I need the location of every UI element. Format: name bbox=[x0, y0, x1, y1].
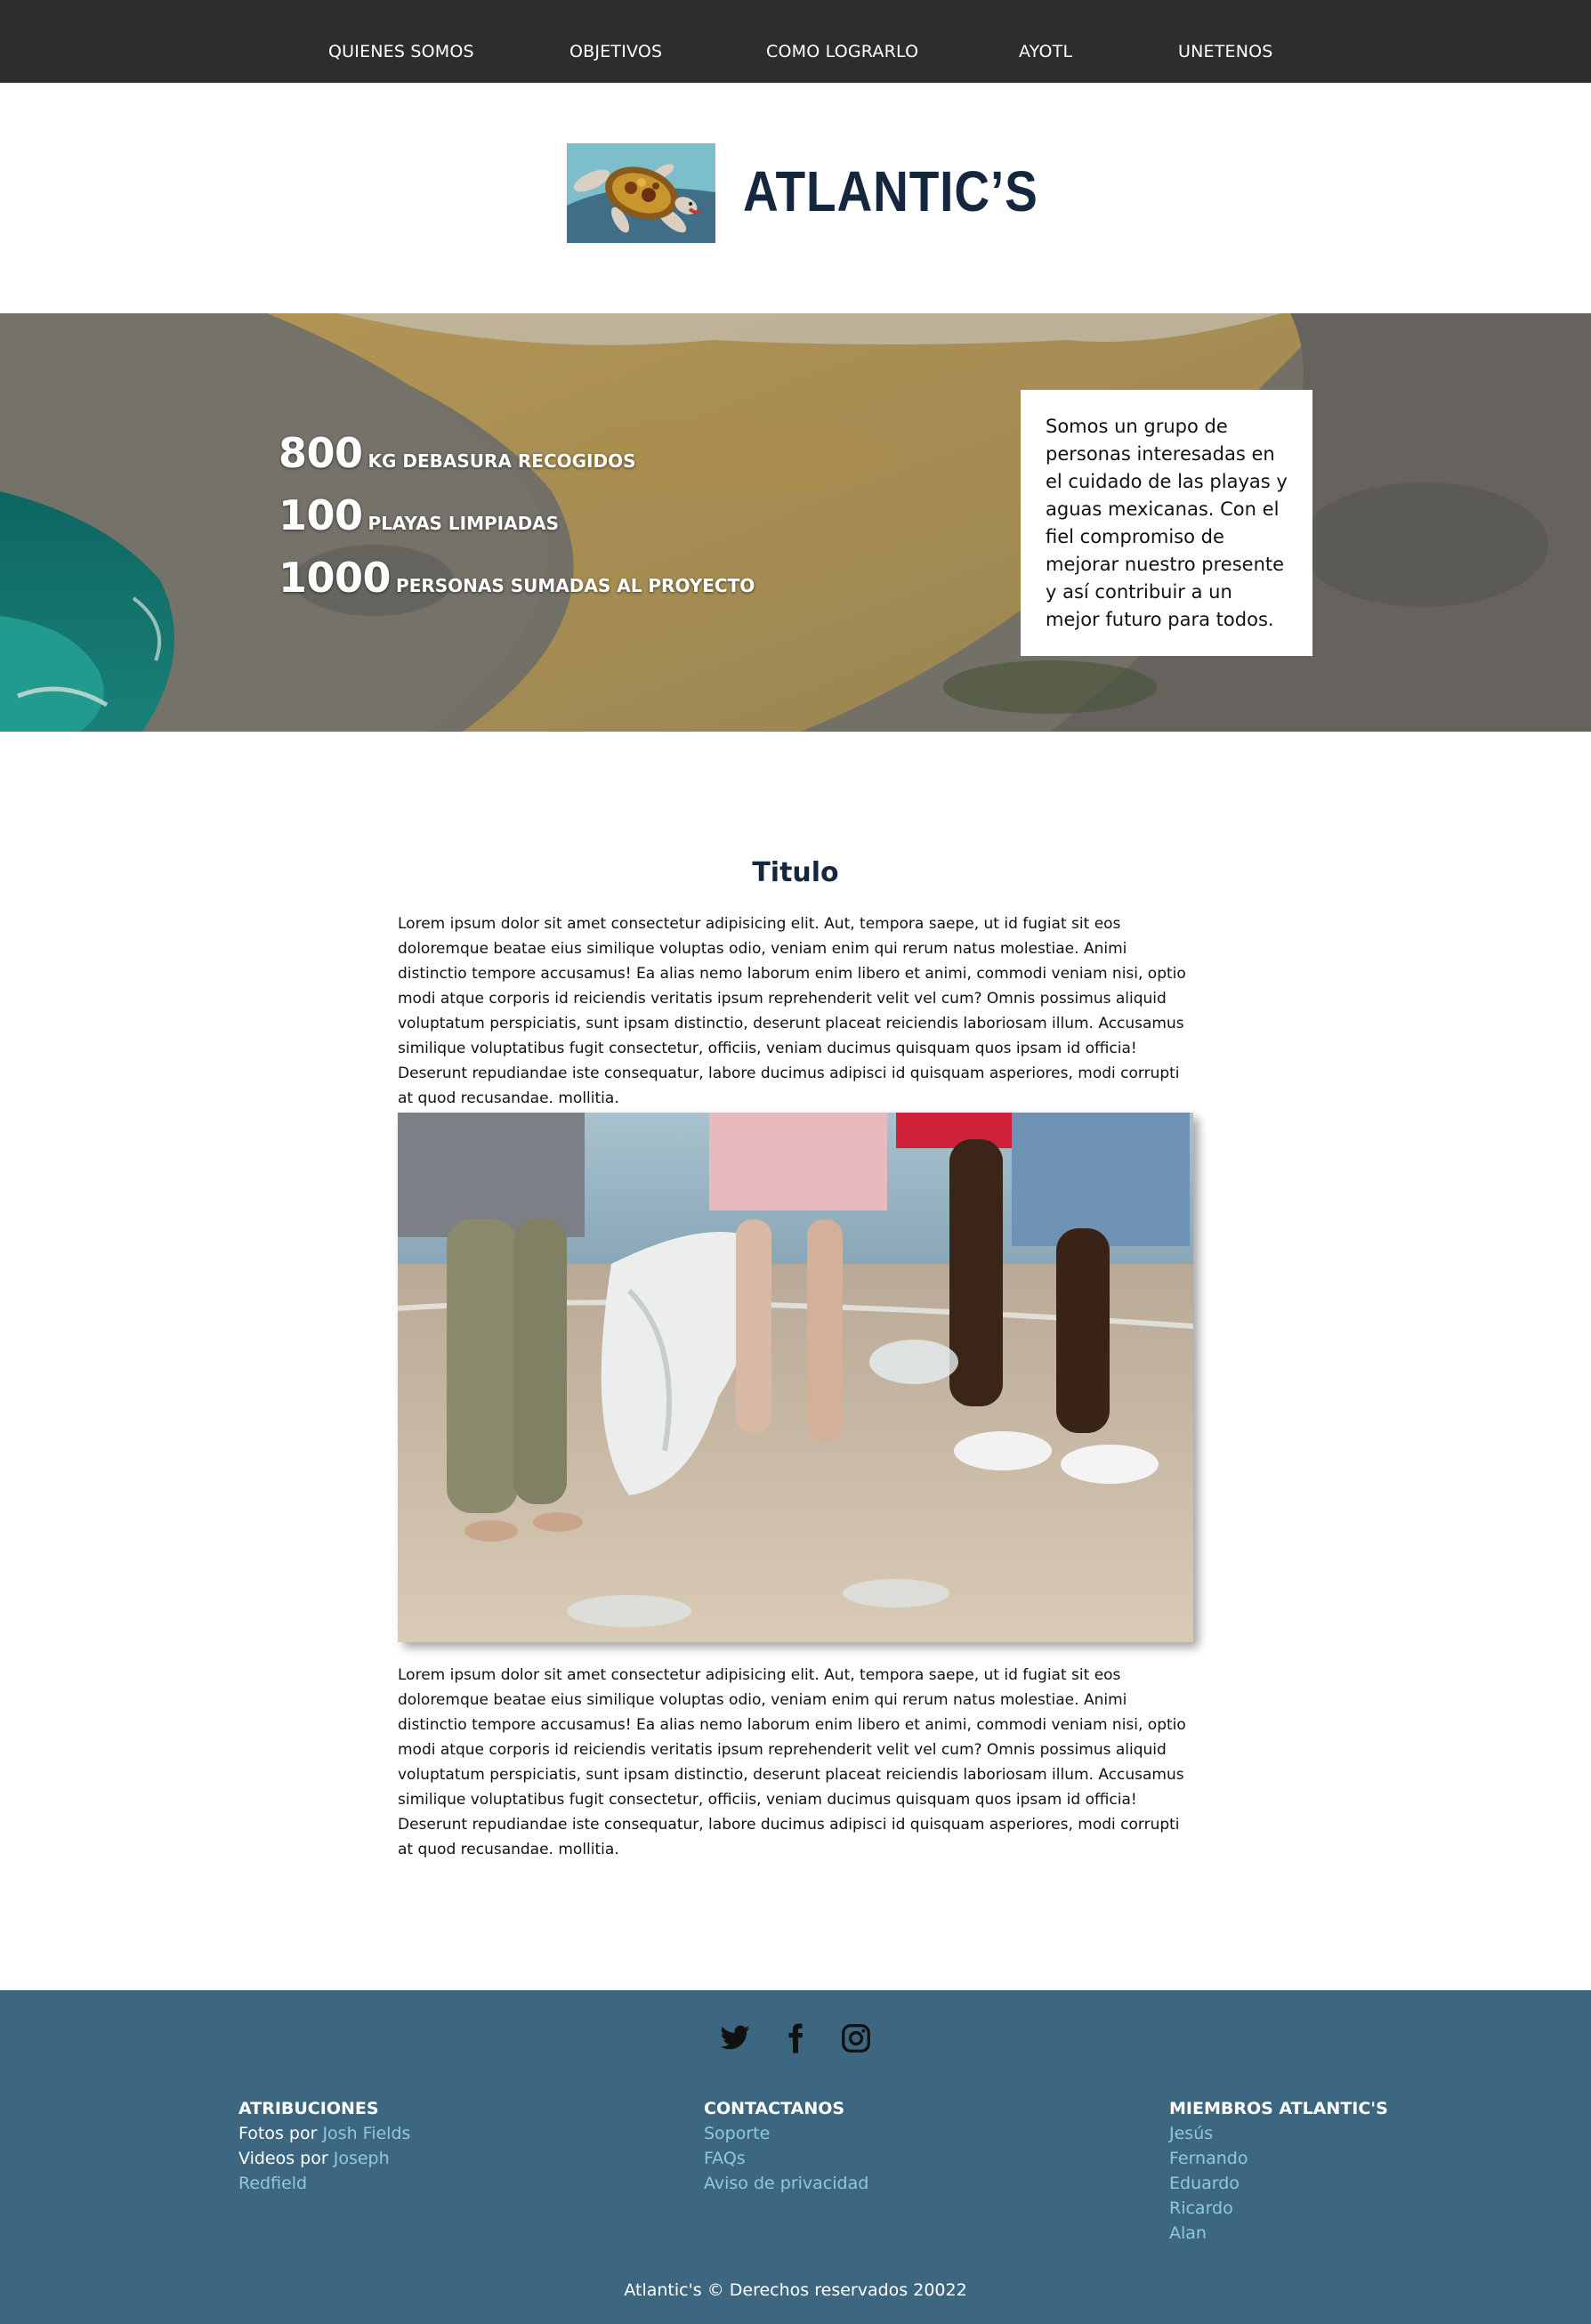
instagram-icon[interactable] bbox=[840, 2022, 872, 2054]
top-navbar: QUIENES SOMOS OBJETIVOS COMO LOGRARLO AY… bbox=[0, 0, 1591, 83]
stat-label: KG DEBASURA RECOGIDOS bbox=[367, 450, 636, 472]
member-link[interactable]: Ricardo bbox=[1169, 2198, 1233, 2218]
nav-link-ayotl[interactable]: AYOTL bbox=[1019, 42, 1072, 61]
brand-name: ATLANTIC’S bbox=[743, 159, 1038, 223]
facebook-icon[interactable] bbox=[779, 2022, 812, 2054]
member-link[interactable]: Fernando bbox=[1169, 2149, 1248, 2168]
intro-paragraph: Lorem ipsum dolor sit amet consectetur a… bbox=[398, 915, 1186, 1107]
aerial-beach-image bbox=[0, 313, 1591, 732]
member-link[interactable]: Eduardo bbox=[1169, 2174, 1240, 2193]
videos-credit-prefix: Videos por bbox=[238, 2149, 328, 2168]
member-link[interactable]: Alan bbox=[1169, 2223, 1207, 2243]
second-paragraph: Lorem ipsum dolor sit amet consectetur a… bbox=[398, 1666, 1186, 1858]
stat-label: PERSONAS SUMADAS AL PROYECTO bbox=[396, 575, 755, 596]
footer-contact: CONTACTANOS Soporte FAQs Aviso de privac… bbox=[704, 2096, 935, 2196]
photos-credit: Fotos por Josh Fields bbox=[238, 2121, 452, 2146]
nav-link-unetenos[interactable]: UNETENOS bbox=[1178, 42, 1273, 61]
stat-label: PLAYAS LIMPIADAS bbox=[367, 513, 560, 534]
privacy-notice-link[interactable]: Aviso de privacidad bbox=[704, 2174, 868, 2193]
footer-attributions: ATRIBUCIONES Fotos por Josh Fields Video… bbox=[238, 2096, 452, 2196]
videos-credit: Videos por Joseph bbox=[238, 2146, 452, 2171]
faqs-link[interactable]: FAQs bbox=[704, 2149, 746, 2168]
member-link[interactable]: Jesús bbox=[1169, 2124, 1213, 2143]
stat-number: 1000 bbox=[279, 554, 392, 602]
videos-author-link-cont[interactable]: Redfield bbox=[238, 2174, 307, 2193]
footer-heading-attributions: ATRIBUCIONES bbox=[238, 2099, 379, 2118]
twitter-icon[interactable] bbox=[719, 2022, 751, 2054]
hero-banner: 800 KG DEBASURA RECOGIDOS 100 PLAYAS LIMPI… bbox=[0, 313, 1591, 732]
nav-link-objetivos[interactable]: OBJETIVOS bbox=[569, 42, 662, 61]
stat-people-joined: 1000 PERSONAS SUMADAS AL PROYECTO bbox=[279, 554, 755, 602]
stat-beaches-cleaned: 100 PLAYAS LIMPIADAS bbox=[279, 491, 559, 539]
nav-link-como-lograrlo[interactable]: COMO LOGRARLO bbox=[766, 42, 918, 61]
beach-cleanup-photo bbox=[398, 1113, 1193, 1642]
nav-link-quienes-somos[interactable]: QUIENES SOMOS bbox=[328, 42, 474, 61]
stat-number: 800 bbox=[279, 429, 363, 477]
page-title: Titulo bbox=[752, 857, 839, 888]
footer-heading-contact: CONTACTANOS bbox=[704, 2099, 845, 2118]
stat-kg-trash: 800 KG DEBASURA RECOGIDOS bbox=[279, 429, 636, 477]
about-card: Somos un grupo de personas interesadas e… bbox=[1021, 390, 1312, 656]
footer-heading-members: MIEMBROS ATLANTIC'S bbox=[1169, 2099, 1388, 2118]
stat-number: 100 bbox=[279, 491, 363, 539]
photos-credit-prefix: Fotos por bbox=[238, 2124, 318, 2143]
photos-author-link[interactable]: Josh Fields bbox=[322, 2124, 410, 2143]
footer-members: MIEMBROS ATLANTIC'S Jesús Fernando Eduar… bbox=[1169, 2096, 1401, 2246]
sea-turtle-logo[interactable] bbox=[567, 143, 715, 243]
copyright: Atlantic's © Derechos reservados 20022 bbox=[624, 2280, 967, 2300]
videos-author-link[interactable]: Joseph bbox=[334, 2149, 390, 2168]
support-link[interactable]: Soporte bbox=[704, 2124, 770, 2143]
